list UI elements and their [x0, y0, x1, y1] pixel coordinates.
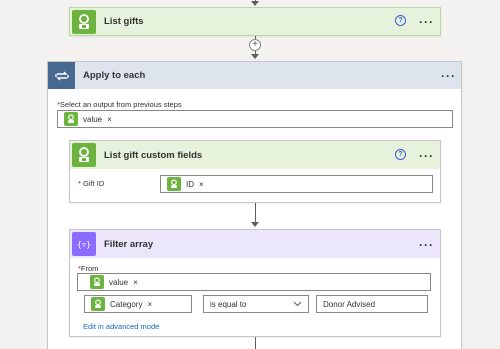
- select-output-field[interactable]: value ×: [57, 110, 453, 128]
- blackbaud-app-icon: [90, 275, 104, 289]
- list-custom-fields-title: List gift custom fields: [104, 149, 203, 161]
- gift-id-label: * Gift ID: [78, 179, 105, 188]
- operator-value: is equal to: [210, 300, 247, 309]
- more-options-icon[interactable]: ···: [441, 70, 456, 82]
- filter-array-header[interactable]: {▿} Filter array: [70, 230, 440, 258]
- value-token[interactable]: value ×: [90, 275, 138, 289]
- chevron-down-icon: [293, 299, 302, 310]
- connector-arrow: [251, 222, 259, 227]
- value-token[interactable]: value ×: [64, 112, 112, 126]
- blackbaud-app-icon: [64, 112, 78, 126]
- connector-arrow: [251, 54, 259, 59]
- connector-top-arrow: [251, 1, 259, 6]
- blackbaud-app-icon: [72, 9, 96, 34]
- from-label: *From: [78, 264, 99, 273]
- gift-id-field[interactable]: ID ×: [160, 175, 433, 193]
- help-icon[interactable]: ?: [395, 15, 406, 26]
- more-options-icon[interactable]: ···: [419, 16, 434, 28]
- more-options-icon[interactable]: ···: [419, 239, 434, 251]
- list-custom-fields-header[interactable]: List gift custom fields: [70, 141, 440, 169]
- loop-icon: [48, 62, 75, 89]
- condition-left-field[interactable]: Category ×: [84, 295, 192, 313]
- apply-to-each-title: Apply to each: [83, 70, 146, 81]
- operator-dropdown[interactable]: is equal to: [203, 295, 309, 313]
- condition-right-field[interactable]: Donor Advised: [316, 295, 428, 313]
- from-field[interactable]: value ×: [77, 273, 431, 291]
- remove-token-icon[interactable]: ×: [107, 115, 112, 124]
- help-icon[interactable]: ?: [395, 149, 406, 160]
- category-token-label: Category: [110, 299, 143, 309]
- remove-token-icon[interactable]: ×: [147, 300, 152, 309]
- data-operation-icon: {▿}: [72, 232, 96, 256]
- list-gifts-title: List gifts: [104, 16, 144, 27]
- add-step-plus-icon[interactable]: +: [249, 39, 261, 51]
- apply-to-each-header[interactable]: Apply to each: [48, 62, 461, 89]
- select-output-label: *Select an output from previous steps: [57, 100, 182, 109]
- filter-array-card[interactable]: {▿} Filter array ··· *From value × Categ…: [69, 229, 441, 337]
- value-token-label: value: [83, 114, 103, 124]
- id-token[interactable]: ID ×: [167, 177, 204, 191]
- list-gifts-card[interactable]: List gifts ? ···: [69, 7, 441, 36]
- blackbaud-app-icon: [72, 143, 96, 167]
- value-token-label: value: [109, 277, 129, 287]
- connector-line: [255, 203, 256, 224]
- remove-token-icon[interactable]: ×: [133, 278, 138, 287]
- more-options-icon[interactable]: ···: [419, 150, 434, 162]
- blackbaud-app-icon: [91, 297, 105, 311]
- filter-array-title: Filter array: [104, 238, 154, 250]
- condition-right-value: Donor Advised: [323, 300, 376, 309]
- id-token-label: ID: [186, 179, 194, 189]
- edit-advanced-mode-link[interactable]: Edit in advanced mode: [83, 322, 159, 331]
- connector-line: [255, 337, 256, 349]
- blackbaud-app-icon: [167, 177, 181, 191]
- remove-token-icon[interactable]: ×: [199, 180, 204, 189]
- list-custom-fields-card[interactable]: List gift custom fields ? ··· * Gift ID …: [69, 140, 441, 203]
- category-token[interactable]: Category ×: [91, 297, 152, 311]
